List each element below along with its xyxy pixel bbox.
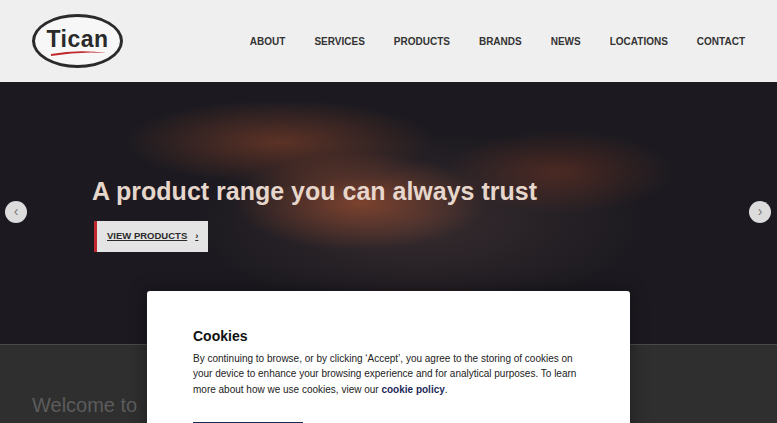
nav-link[interactable]: CONTACT: [697, 34, 745, 49]
site-header: Tican ABOUT SERVICES PRODUCTS BRANDS NEWS LOCA…: [0, 0, 777, 82]
cookie-title: Cookies: [193, 328, 584, 345]
logo[interactable]: Tican: [32, 14, 123, 68]
cookie-end: .: [445, 384, 448, 395]
next-arrow-icon[interactable]: ›: [749, 201, 771, 223]
accept-button[interactable]: [193, 422, 303, 423]
button-label: VIEW PRODUCTS: [107, 229, 187, 243]
hero-headline: A product range you can always trust: [92, 176, 777, 207]
cookie-dialog: Cookies By continuing to browse, or by cl…: [147, 291, 630, 423]
cookie-policy-link[interactable]: cookie policy: [381, 384, 444, 395]
logo-text: Tican: [46, 28, 108, 51]
nav-link[interactable]: SERVICES: [314, 34, 364, 49]
hero-content: A product range you can always trust VIEW…: [0, 82, 777, 252]
prev-arrow-icon[interactable]: ‹: [5, 201, 27, 223]
nav-link[interactable]: ABOUT: [250, 34, 286, 49]
chevron-icon: ›: [195, 229, 198, 243]
nav-link[interactable]: PRODUCTS: [394, 34, 450, 49]
nav-link[interactable]: LOCATIONS: [610, 34, 668, 49]
cookie-text: By continuing to browse, or by clicking …: [193, 351, 584, 398]
view-products-button[interactable]: VIEW PRODUCTS ›: [94, 221, 208, 251]
swoosh-icon: [49, 49, 109, 57]
nav-link[interactable]: BRANDS: [479, 34, 522, 49]
nav-link[interactable]: NEWS: [551, 34, 581, 49]
main-nav: ABOUT SERVICES PRODUCTS BRANDS NEWS LOCATIONS…: [250, 34, 745, 49]
